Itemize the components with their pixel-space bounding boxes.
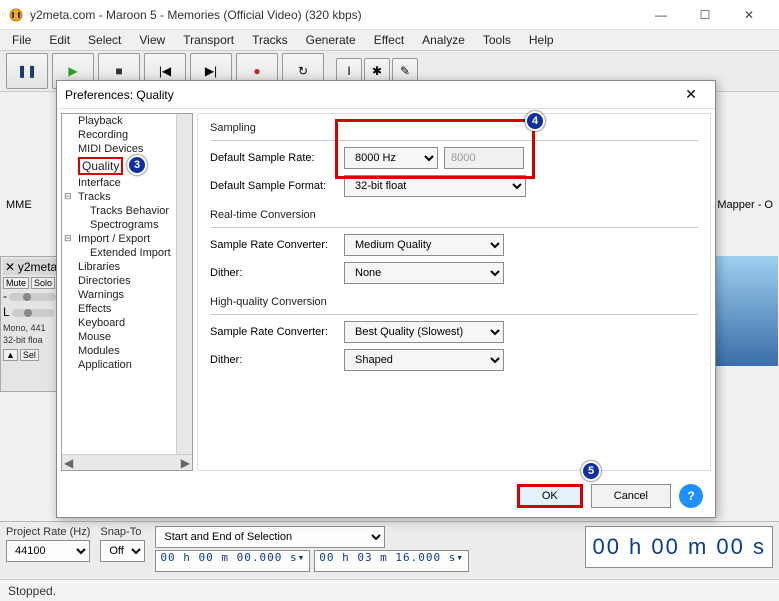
pause-button[interactable]: ❚❚ bbox=[6, 53, 48, 89]
gain-slider[interactable] bbox=[9, 293, 56, 301]
dialog-close-button[interactable]: ✕ bbox=[675, 86, 707, 103]
rt-dither-label: Dither: bbox=[210, 267, 338, 279]
rt-converter-select[interactable]: Medium Quality bbox=[344, 234, 504, 256]
menu-tracks[interactable]: Tracks bbox=[244, 31, 296, 49]
default-rate-custom-input[interactable] bbox=[444, 147, 524, 169]
preferences-dialog: Preferences: Quality ✕ Playback Recordin… bbox=[56, 80, 716, 518]
menu-view[interactable]: View bbox=[131, 31, 173, 49]
tree-tracks[interactable]: Tracks bbox=[76, 190, 192, 204]
snap-to-label: Snap-To bbox=[100, 526, 145, 538]
dialog-title: Preferences: Quality bbox=[65, 88, 675, 102]
track-collapse-icon[interactable]: ▲ bbox=[3, 349, 18, 361]
selection-mode-select[interactable]: Start and End of Selection bbox=[155, 526, 385, 548]
track-name: y2meta bbox=[18, 260, 57, 274]
waveform-display[interactable] bbox=[710, 256, 778, 366]
minimize-button[interactable]: — bbox=[639, 0, 683, 30]
realtime-title: Real-time Conversion bbox=[210, 209, 698, 221]
ibeam-icon: I bbox=[347, 64, 350, 78]
envelope-icon: ✱ bbox=[372, 64, 382, 78]
rt-dither-select[interactable]: None bbox=[344, 262, 504, 284]
tree-hscrollbar[interactable]: ◀▶ bbox=[62, 454, 192, 470]
maximize-button[interactable]: ☐ bbox=[683, 0, 727, 30]
tree-directories[interactable]: Directories bbox=[76, 274, 192, 288]
selection-toolbar: Project Rate (Hz) 44100 Snap-To Off Star… bbox=[0, 521, 779, 579]
hq-title: High-quality Conversion bbox=[210, 296, 698, 308]
skip-end-icon: ▶| bbox=[205, 64, 217, 78]
annotation-badge-4: 4 bbox=[525, 111, 545, 131]
tree-spectrograms[interactable]: Spectrograms bbox=[76, 218, 192, 232]
menu-select[interactable]: Select bbox=[80, 31, 129, 49]
ok-button[interactable]: OK bbox=[517, 484, 583, 508]
tree-import-export[interactable]: Import / Export bbox=[76, 232, 192, 246]
mute-button[interactable]: Mute bbox=[3, 277, 29, 289]
menu-tools[interactable]: Tools bbox=[475, 31, 519, 49]
sampling-title: Sampling bbox=[210, 122, 698, 134]
tree-keyboard[interactable]: Keyboard bbox=[76, 316, 192, 330]
window-title: y2meta.com - Maroon 5 - Memories (Offici… bbox=[30, 8, 639, 22]
menu-transport[interactable]: Transport bbox=[175, 31, 242, 49]
tree-interface[interactable]: Interface bbox=[76, 176, 192, 190]
selection-end-display[interactable]: 00 h 03 m 16.000 s▾ bbox=[314, 550, 469, 572]
solo-button[interactable]: Solo bbox=[31, 277, 55, 289]
title-bar: y2meta.com - Maroon 5 - Memories (Offici… bbox=[0, 0, 779, 30]
menu-bar: File Edit Select View Transport Tracks G… bbox=[0, 30, 779, 50]
project-rate-select[interactable]: 44100 bbox=[6, 540, 90, 562]
menu-edit[interactable]: Edit bbox=[41, 31, 78, 49]
status-bar: Stopped. bbox=[0, 579, 779, 601]
hq-dither-label: Dither: bbox=[210, 354, 338, 366]
stop-icon: ■ bbox=[115, 64, 122, 78]
skip-start-icon: |◀ bbox=[159, 64, 171, 78]
time-display[interactable]: 00 h 00 m 00 s bbox=[585, 526, 773, 568]
menu-help[interactable]: Help bbox=[521, 31, 562, 49]
tree-mouse[interactable]: Mouse bbox=[76, 330, 192, 344]
rt-converter-label: Sample Rate Converter: bbox=[210, 239, 338, 251]
select-button[interactable]: Sel bbox=[20, 349, 39, 361]
close-button[interactable]: ✕ bbox=[727, 0, 771, 30]
menu-effect[interactable]: Effect bbox=[366, 31, 412, 49]
preferences-content: Sampling Default Sample Rate: 8000 Hz De… bbox=[197, 113, 711, 471]
loop-icon: ↻ bbox=[298, 64, 308, 78]
selection-start-display[interactable]: 00 h 00 m 00.000 s▾ bbox=[155, 550, 310, 572]
tree-application[interactable]: Application bbox=[76, 358, 192, 372]
dialog-footer: OK Cancel ? bbox=[57, 475, 715, 517]
snap-to-select[interactable]: Off bbox=[100, 540, 145, 562]
tree-modules[interactable]: Modules bbox=[76, 344, 192, 358]
default-rate-select[interactable]: 8000 Hz bbox=[344, 147, 438, 169]
app-logo-icon bbox=[8, 7, 24, 23]
menu-file[interactable]: File bbox=[4, 31, 39, 49]
dialog-titlebar[interactable]: Preferences: Quality ✕ bbox=[57, 81, 715, 109]
tree-warnings[interactable]: Warnings bbox=[76, 288, 192, 302]
play-icon: ▶ bbox=[68, 64, 77, 78]
pencil-icon: ✎ bbox=[400, 64, 410, 78]
tree-extended-import[interactable]: Extended Import bbox=[76, 246, 192, 260]
default-format-select[interactable]: 32-bit float bbox=[344, 175, 526, 197]
hq-dither-select[interactable]: Shaped bbox=[344, 349, 504, 371]
cancel-button[interactable]: Cancel bbox=[591, 484, 671, 508]
hq-converter-select[interactable]: Best Quality (Slowest) bbox=[344, 321, 504, 343]
hq-converter-label: Sample Rate Converter: bbox=[210, 326, 338, 338]
menu-generate[interactable]: Generate bbox=[298, 31, 364, 49]
host-label[interactable]: MME bbox=[6, 199, 32, 211]
tree-tracks-behavior[interactable]: Tracks Behavior bbox=[76, 204, 192, 218]
pause-icon: ❚❚ bbox=[17, 64, 37, 78]
tree-midi-devices[interactable]: MIDI Devices bbox=[76, 142, 192, 156]
pan-slider[interactable] bbox=[12, 309, 55, 317]
default-rate-label: Default Sample Rate: bbox=[210, 152, 338, 164]
record-icon: ● bbox=[253, 64, 260, 78]
tree-playback[interactable]: Playback bbox=[76, 114, 192, 128]
track-close-icon[interactable]: ✕ bbox=[5, 260, 15, 274]
status-text: Stopped. bbox=[8, 584, 56, 598]
tree-libraries[interactable]: Libraries bbox=[76, 260, 192, 274]
annotation-badge-3: 3 bbox=[127, 155, 147, 175]
tree-recording[interactable]: Recording bbox=[76, 128, 192, 142]
help-button[interactable]: ? bbox=[679, 484, 703, 508]
annotation-badge-5: 5 bbox=[581, 461, 601, 481]
tree-effects[interactable]: Effects bbox=[76, 302, 192, 316]
default-format-label: Default Sample Format: bbox=[210, 180, 338, 192]
tree-vscrollbar[interactable] bbox=[176, 114, 192, 454]
menu-analyze[interactable]: Analyze bbox=[414, 31, 473, 49]
project-rate-label: Project Rate (Hz) bbox=[6, 526, 90, 538]
output-device-label[interactable]: Mapper - O bbox=[717, 199, 773, 211]
